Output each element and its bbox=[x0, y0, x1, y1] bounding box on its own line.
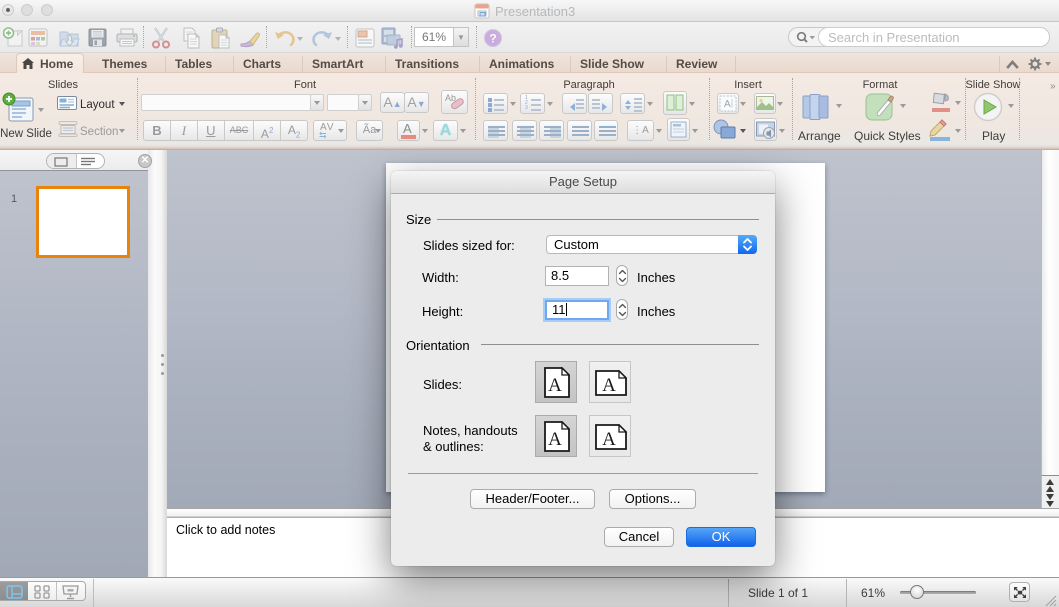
svg-text:A: A bbox=[548, 429, 562, 450]
svg-text:A: A bbox=[602, 375, 616, 396]
svg-text:?: ? bbox=[489, 32, 496, 46]
svg-text:A: A bbox=[602, 429, 616, 450]
svg-text:Ab: Ab bbox=[445, 93, 456, 103]
svg-text:A: A bbox=[724, 99, 731, 110]
svg-text:A: A bbox=[548, 375, 562, 396]
